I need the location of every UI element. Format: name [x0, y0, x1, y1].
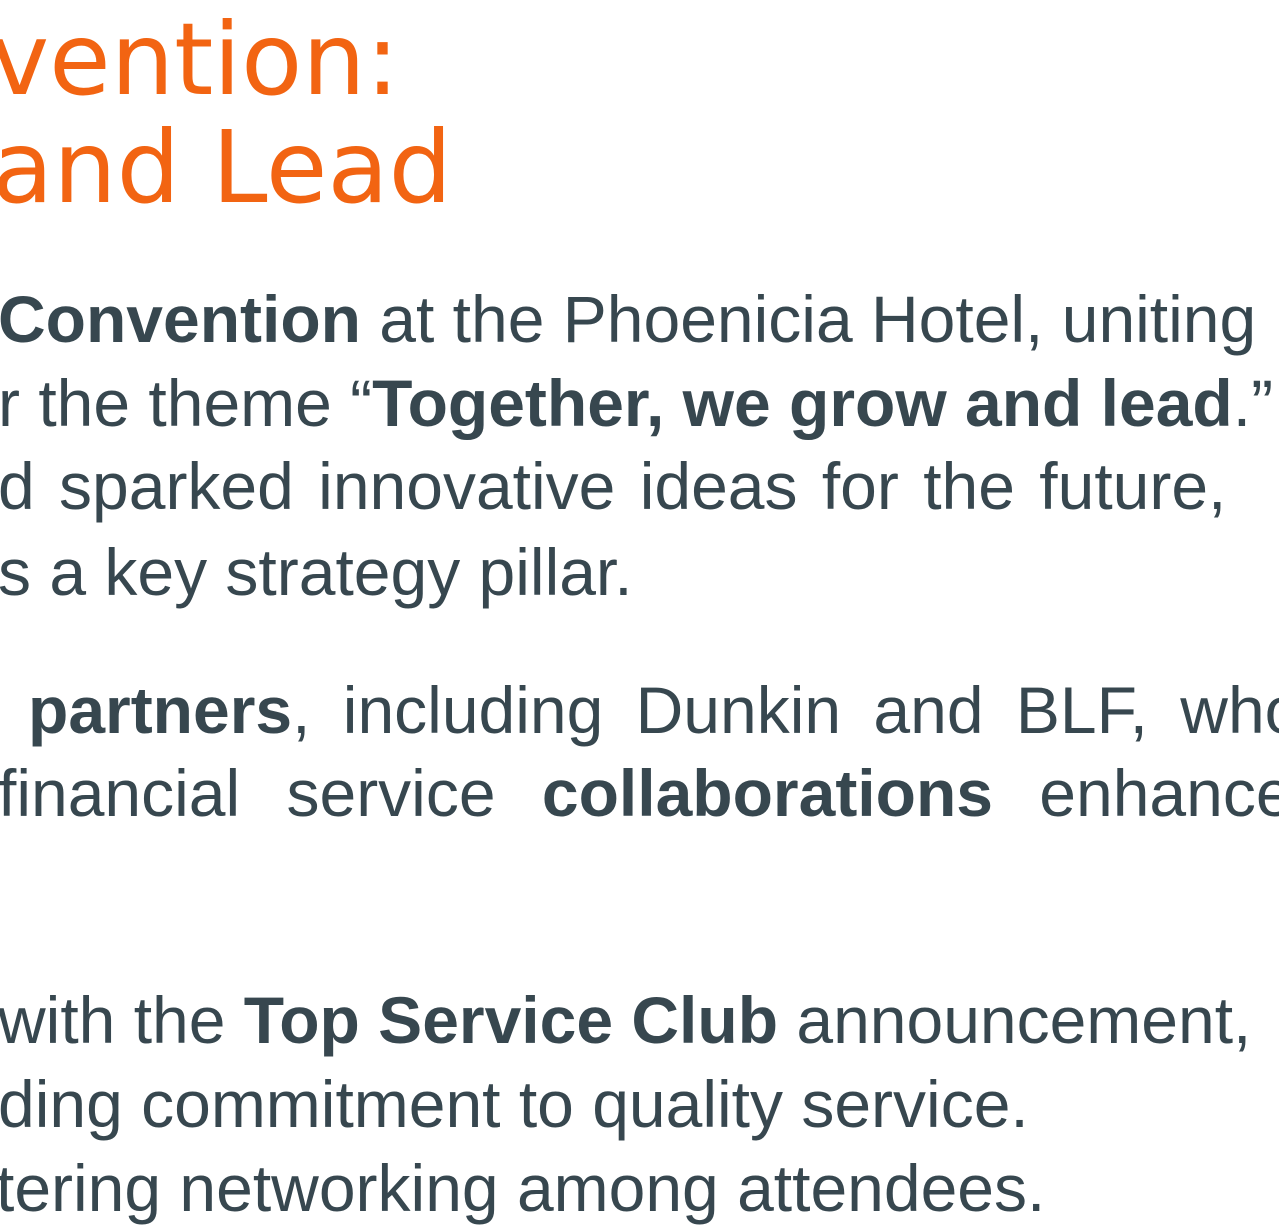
paragraph-1-line-3: d sparked innovative ideas for the futur… [0, 449, 1227, 523]
theme-bold-text: Together, we grow and lead [372, 366, 1233, 440]
page: { "colors": { "heading": "#f26412", "bod… [0, 0, 1279, 1221]
partners-bold-text: partners [28, 673, 293, 747]
paragraph-2-line-1-text: , including Dunkin and BLF, who [292, 673, 1279, 747]
heading-line-2: and Lead [0, 109, 453, 226]
paragraph-2-line-2-pre: financial service [0, 756, 542, 830]
paragraph-1-line-2: r the theme “Together, we grow and lead.… [0, 370, 1273, 436]
paragraph-2-line-1: partners, including Dunkin and BLF, who [28, 677, 1279, 743]
paragraph-2-line-2: financial service collaborations enhance [0, 760, 1279, 826]
paragraph-3-line-1-post: announcement, [778, 983, 1252, 1057]
paragraph-1-line-1-text: at the Phoenicia Hotel, uniting [360, 282, 1257, 356]
paragraph-1-line-2-post: .” [1232, 366, 1274, 440]
top-service-club-bold-text: Top Service Club [243, 983, 779, 1057]
paragraph-2-line-2-post: enhance [992, 756, 1279, 830]
paragraph-3-line-1-pre: with the [0, 983, 244, 1057]
convention-bold-text: Convention [0, 282, 361, 356]
paragraph-3-line-1: with the Top Service Club announcement, [0, 987, 1251, 1053]
paragraph-1-line-1: Convention at the Phoenicia Hotel, uniti… [0, 286, 1256, 352]
heading-line-1: vention: [0, 1, 400, 118]
paragraph-3-line-2: ding commitment to quality service. [0, 1067, 1029, 1141]
paragraph-1-line-4: s a key strategy pillar. [0, 535, 633, 609]
collaborations-bold-text: collaborations [541, 756, 993, 830]
paragraph-1-line-2-pre: r the theme “ [0, 366, 373, 440]
paragraph-3-line-3: tering networking among attendees. [0, 1151, 1046, 1225]
